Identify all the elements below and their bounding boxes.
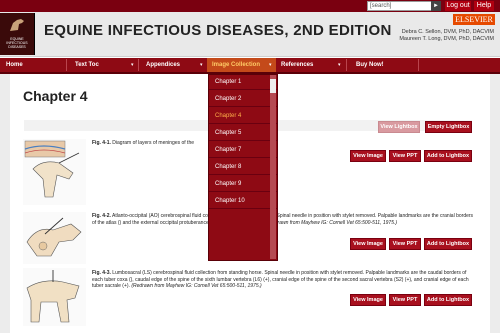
view-image-button[interactable]: View Image xyxy=(350,150,386,162)
cover-title: EQUINE INFECTIOUS DISEASES xyxy=(6,37,28,49)
dropdown-item-chapter-2[interactable]: Chapter 2 xyxy=(209,92,277,107)
nav-buy-now-label: Buy Now! xyxy=(356,62,384,68)
nav-home[interactable]: Home xyxy=(6,58,23,72)
nav-divider xyxy=(66,59,67,71)
chevron-down-icon: ▾ xyxy=(269,62,272,68)
horse-image xyxy=(10,19,24,31)
left-gutter xyxy=(0,74,10,333)
figure-label: Fig. 4-2. xyxy=(92,213,111,219)
dropdown-item-chapter-10[interactable]: Chapter 10 xyxy=(209,194,277,209)
figure-text: Diagram of layers of meninges of the xyxy=(112,140,195,146)
figure-thumbnail[interactable] xyxy=(23,212,86,264)
nav-text-toc-label: Text Toc xyxy=(75,62,99,68)
view-lightbox-button[interactable]: View Lightbox xyxy=(378,121,420,133)
nav-divider xyxy=(346,59,347,71)
dropdown-item-chapter-5[interactable]: Chapter 5 xyxy=(209,126,277,141)
figure-thumbnail[interactable] xyxy=(23,268,86,326)
book-cover: EQUINE INFECTIOUS DISEASES xyxy=(0,13,35,55)
right-gutter xyxy=(490,74,500,333)
view-image-button[interactable]: View Image xyxy=(350,238,386,250)
figure-label: Fig. 4-1. xyxy=(92,140,111,146)
search-button[interactable]: ► xyxy=(431,1,441,11)
dropdown-scrollbar[interactable] xyxy=(270,75,276,259)
chevron-down-icon: ▾ xyxy=(338,62,341,68)
chevron-down-icon: ▾ xyxy=(200,62,203,68)
nav-references-label: References xyxy=(281,62,314,68)
dropdown-item-chapter-7[interactable]: Chapter 7 xyxy=(209,143,277,158)
nav-appendices[interactable]: Appendices xyxy=(146,58,180,72)
view-ppt-button[interactable]: View PPT xyxy=(389,238,421,250)
author-1: Debra C. Sellon, DVM, PhD, DACVIM xyxy=(401,29,494,35)
figure-caption: Fig. 4-2. Atlanto-occipital (AO) cerebro… xyxy=(92,213,477,226)
chevron-down-icon: ▾ xyxy=(131,62,134,68)
nav-text-toc[interactable]: Text Toc xyxy=(75,58,99,72)
dropdown-item-chapter-9[interactable]: Chapter 9 xyxy=(209,177,277,192)
chapter-heading: Chapter 4 xyxy=(23,88,88,104)
nav-image-collection-label: Image Collection xyxy=(212,62,261,68)
help-button[interactable]: Help xyxy=(474,1,494,11)
nav-buy-now[interactable]: Buy Now! xyxy=(356,58,384,72)
nav-references[interactable]: References xyxy=(281,58,313,72)
publisher-logo: ELSEVIER xyxy=(453,14,495,25)
logout-button[interactable]: Log out xyxy=(445,1,471,11)
figure-credit: (Redrawn from Mayhew IG: Cornell Vet 65:… xyxy=(266,219,398,226)
empty-lightbox-button[interactable]: Empty Lightbox xyxy=(425,121,472,133)
main-nav: Home Text Toc ▾ Appendices ▾ Image Colle… xyxy=(0,58,500,74)
add-to-lightbox-button[interactable]: Add to Lightbox xyxy=(424,238,472,250)
dropdown-item-chapter-4[interactable]: Chapter 4 xyxy=(209,109,277,124)
add-to-lightbox-button[interactable]: Add to Lightbox xyxy=(424,294,472,306)
figure-caption: Fig. 4-3. Lumbosacral (LS) cerebrospinal… xyxy=(92,270,477,290)
figure-label: Fig. 4-3. xyxy=(92,270,111,276)
dropdown-item-chapter-1[interactable]: Chapter 1 xyxy=(209,75,277,90)
nav-divider xyxy=(138,59,139,71)
figure-caption: Fig. 4-1. Diagram of layers of meninges … xyxy=(92,140,212,147)
nav-appendices-label: Appendices xyxy=(146,62,181,68)
nav-divider xyxy=(418,59,419,71)
view-ppt-button[interactable]: View PPT xyxy=(389,150,421,162)
view-ppt-button[interactable]: View PPT xyxy=(389,294,421,306)
figure-thumbnail[interactable] xyxy=(23,139,86,205)
view-image-button[interactable]: View Image xyxy=(350,294,386,306)
search-input[interactable]: [search] xyxy=(367,1,434,11)
author-2: Maureen T. Long, DVM, PhD, DACVIM xyxy=(399,36,494,42)
image-collection-dropdown: Chapter 1 Chapter 2 Chapter 4 Chapter 5 … xyxy=(208,74,278,261)
nav-image-collection[interactable]: Image Collection xyxy=(207,58,276,72)
dropdown-item-chapter-8[interactable]: Chapter 8 xyxy=(209,160,277,175)
nav-home-label: Home xyxy=(6,62,23,68)
author-credits: Debra C. Sellon, DVM, PhD, DACVIM Mauree… xyxy=(399,29,494,43)
dropdown-scrollbar-thumb[interactable] xyxy=(270,79,276,93)
book-title: EQUINE INFECTIOUS DISEASES, 2ND EDITION xyxy=(44,22,392,39)
figure-credit: (Redrawn from Mayhew IG: Cornell Vet 65:… xyxy=(131,283,262,289)
add-to-lightbox-button[interactable]: Add to Lightbox xyxy=(424,150,472,162)
